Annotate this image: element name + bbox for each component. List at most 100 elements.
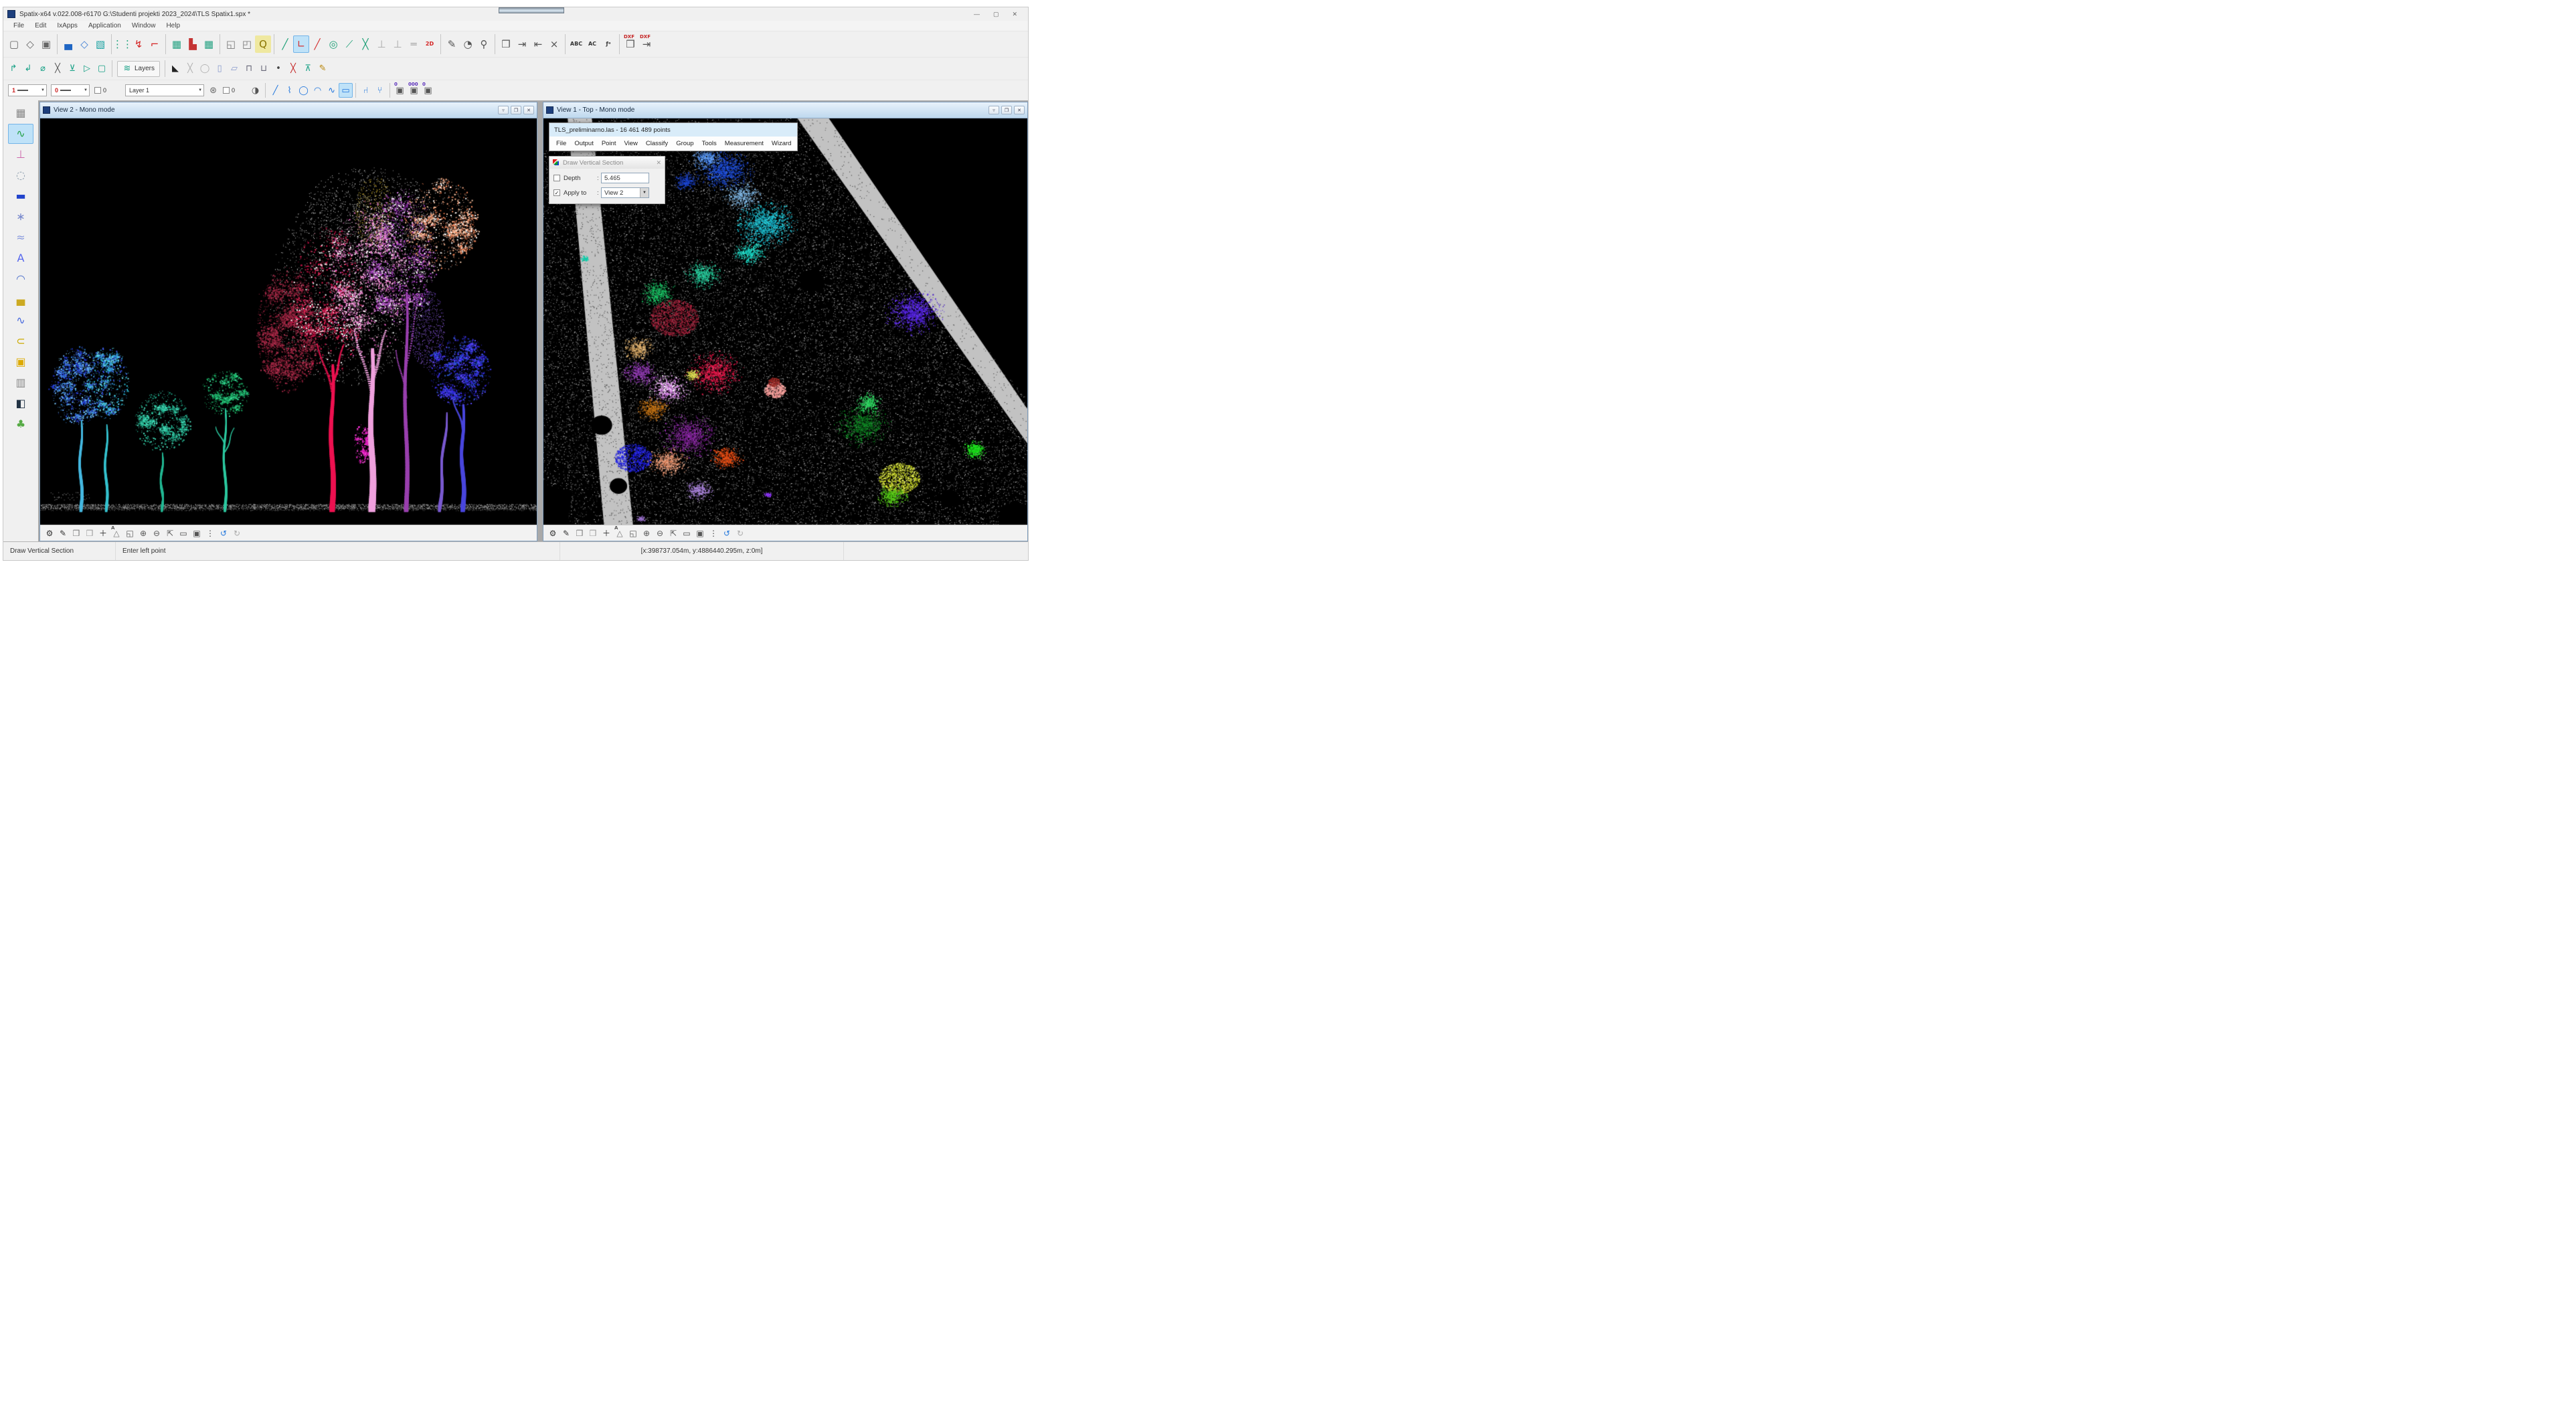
dxf-export-button[interactable]: ⇥DXF [638,35,655,53]
minimize-button[interactable]: — [974,11,980,18]
zoom-window-button[interactable]: ◱ [123,527,137,540]
view-copy-button[interactable]: ❒ [70,527,83,540]
palette-tool[interactable]: ◑ [248,83,262,98]
fence-grid2-tool[interactable]: ▦ [201,35,217,53]
undo-button[interactable]: ↺ [217,527,230,540]
color-checkbox[interactable]: 0 [94,87,106,94]
frame-b-tool[interactable]: ◰ [239,35,255,53]
export-button[interactable]: ⇤ [530,35,546,53]
view-rotate-button[interactable]: ⇱ [667,527,680,540]
cloud-save-tool[interactable]: ▣0 [421,83,435,98]
las-menu-group[interactable]: Group [672,140,697,147]
plant-tool[interactable]: ∗ [8,207,33,227]
box-scan-tool[interactable]: ▬ [8,186,33,206]
text-annotate-tool[interactable]: A [8,248,33,268]
line-style-combo[interactable]: 1▼ [8,84,47,96]
join-tool[interactable]: ⑂ [373,83,387,98]
select-fence-tool[interactable]: ▣ [38,35,54,53]
view-settings-button[interactable]: ⚙ [546,527,560,540]
menu-edit[interactable]: Edit [30,22,51,29]
measure-pencil-tool[interactable]: ✎ [444,35,460,53]
measure-protractor-tool[interactable]: ◔ [460,35,476,53]
las-titlebar[interactable]: TLS_preliminarno.las - 16 461 489 points [549,123,797,137]
view-chain-button[interactable]: ⋮ [707,527,720,540]
zoom-out-button[interactable]: ⊖ [653,527,667,540]
flag-tool[interactable]: ◣ [168,61,183,77]
view2-restore-button[interactable]: ❐ [511,106,521,114]
view-triangulate-button[interactable]: △A [110,527,123,540]
frame-a-tool[interactable]: ◱ [223,35,239,53]
view1-titlebar[interactable]: View 1 - Top - Mono mode ▿ ❐ ✕ [543,102,1027,118]
draw-rect-tool[interactable]: ▭ [339,83,353,98]
view-copy-button[interactable]: ❒ [573,527,586,540]
apply-to-dropdown[interactable]: View 2 ▼ [601,187,649,198]
classify-fence-tool[interactable]: ◇ [76,35,92,53]
las-menu-tools[interactable]: Tools [698,140,721,147]
grid-points-tool[interactable]: ⋮⋮ [114,35,131,53]
bridge-tool[interactable]: ▦ [8,103,33,123]
ac-label-tool[interactable]: AC [584,35,600,53]
zoom-in-button[interactable]: ⊕ [640,527,653,540]
dropdown-arrow-icon[interactable]: ▼ [640,188,649,197]
select-poly-tool[interactable]: ◇ [22,35,38,53]
fit-view-button[interactable]: ▣ [693,527,707,540]
active-layer-combo[interactable]: Layer 1▼ [125,84,204,96]
snap-nearest[interactable]: ⟋ [341,35,357,53]
view-settings-button[interactable]: ⚙ [43,527,56,540]
snap-curve[interactable]: ╱ [277,35,293,53]
trees-tool[interactable]: ♣ [8,414,33,434]
apply-to-checkbox[interactable]: ✓ [553,189,560,196]
table-tool[interactable]: ▥ [8,373,33,393]
lasso-cut-tool[interactable]: ↯ [131,35,147,53]
measure-plumb-tool[interactable]: ⚲ [476,35,492,53]
split-tool[interactable]: ⑁ [359,83,373,98]
menu-file[interactable]: File [9,22,29,29]
null-diameter-tool[interactable]: ⌀ [35,61,50,77]
view2-titlebar[interactable]: View 2 - Mono mode ▿ ❐ ✕ [40,102,537,118]
las-menu-file[interactable]: File [552,140,570,147]
dot-tool[interactable]: • [271,61,286,77]
histogram-tool[interactable]: ▱ [227,61,242,77]
maximize-button[interactable]: ▢ [993,11,999,18]
line-weight-combo[interactable]: 0▼ [51,84,90,96]
snap-line[interactable]: ╱ [309,35,325,53]
merge-tool[interactable]: ⊼ [300,61,315,77]
bridge-arc-tool[interactable]: ◠ [8,269,33,289]
view-rect-button[interactable]: ▭ [177,527,190,540]
draw-curve-tool[interactable]: ∿ [325,83,339,98]
classify-cluster-tool[interactable]: ▧ [92,35,108,53]
select-rect-tool[interactable]: ▢ [6,35,22,53]
fill-checkbox[interactable]: 0 [223,87,235,94]
close-project-button[interactable]: × [546,35,562,53]
classify-vehicle-tool[interactable]: ▄ [60,35,76,53]
level-down-tool[interactable]: ⊓ [242,61,256,77]
view-copy2-button[interactable]: ❒ [586,527,600,540]
view-chain-button[interactable]: ⋮ [203,527,217,540]
menu-window[interactable]: Window [127,22,161,29]
las-menu-view[interactable]: View [620,140,642,147]
fence-grid-tool[interactable]: ▦ [169,35,185,53]
paint-tool[interactable]: ✎ [315,61,330,77]
las-menu-wizard[interactable]: Wizard [768,140,796,147]
undo-button[interactable]: ↺ [720,527,734,540]
zoom-in-button[interactable]: ⊕ [137,527,150,540]
red-polyline-tool[interactable]: ⌐ [147,35,163,53]
menu-application[interactable]: Application [84,22,126,29]
export-view-tool[interactable]: ◧ [8,393,33,414]
las-menu-classify[interactable]: Classify [642,140,672,147]
box-edit-tool[interactable]: ▢ [94,61,109,77]
fit-view-button[interactable]: ▣ [190,527,203,540]
view2-point-cloud-canvas[interactable] [40,118,537,525]
view-brush-button[interactable]: ✎ [560,527,573,540]
fence-check-tool[interactable]: ▙ [185,35,201,53]
move-point-tool[interactable]: ↱ [6,61,21,77]
red-scissors-tool[interactable]: ╳ [286,61,300,77]
draw-polyline-tool[interactable]: ⌇ [282,83,296,98]
view-pan-button[interactable]: ＋ [96,527,110,540]
road-tool[interactable]: ▄ [8,290,33,310]
abc-label-tool[interactable]: ABC [568,35,584,53]
import-button[interactable]: ⇥ [514,35,530,53]
depth-checkbox[interactable] [553,175,560,181]
cross-gray-tool[interactable]: ╳ [183,61,197,77]
zoom-window-button[interactable]: ◱ [626,527,640,540]
